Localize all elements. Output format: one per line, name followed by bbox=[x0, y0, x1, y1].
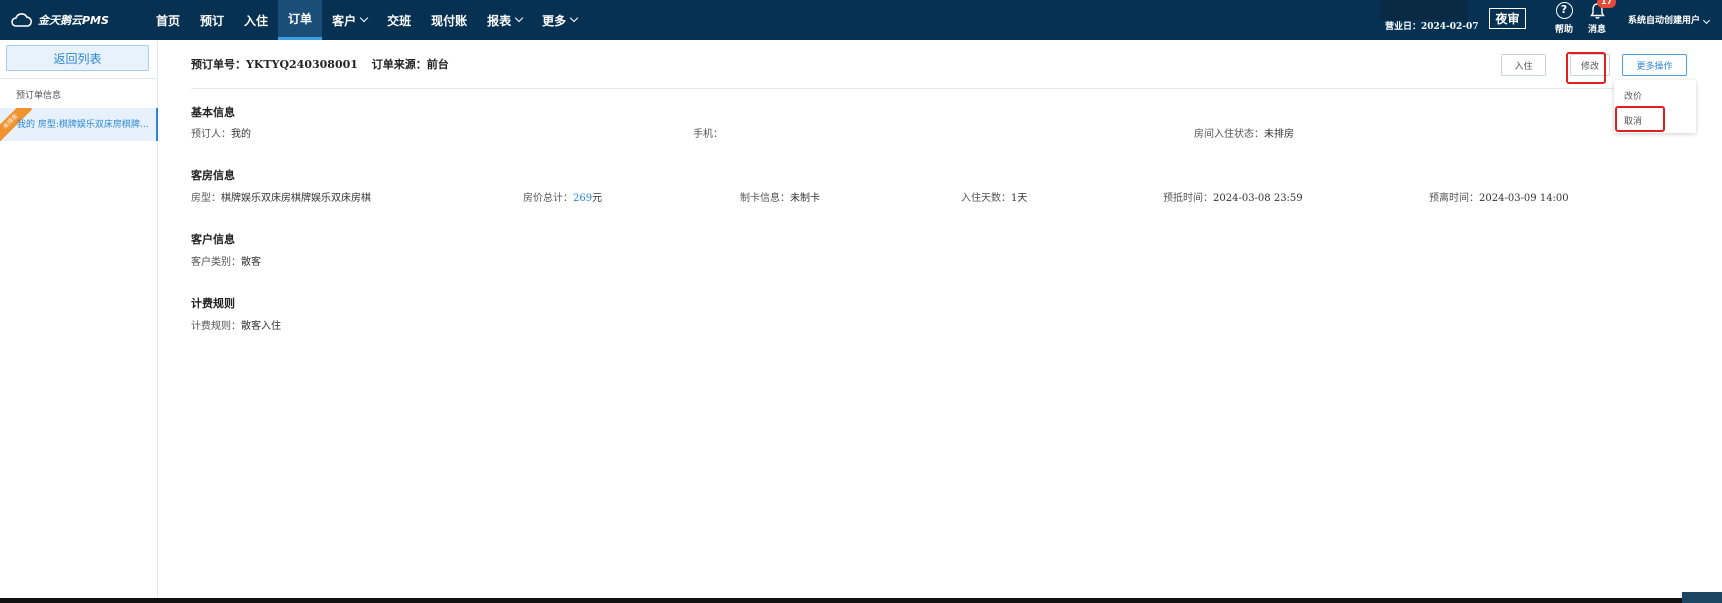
back-to-list-button[interactable]: 返回列表 bbox=[6, 45, 149, 71]
nav-shift-handover[interactable]: 交班 bbox=[377, 0, 421, 40]
room-price-unit: 元 bbox=[592, 193, 603, 204]
nav-reservation[interactable]: 预订 bbox=[190, 0, 234, 40]
departure-time-field: 预离时间：2024-03-09 14:00 bbox=[1429, 189, 1569, 204]
room-type-label: 房型： bbox=[191, 193, 221, 204]
user-menu[interactable]: 系统自动创建用户 bbox=[1628, 13, 1711, 26]
stay-days-field: 入住天数：1天 bbox=[961, 189, 1027, 204]
sidebar-item-booking[interactable]: 未排房 我的 房型:棋牌娱乐双床房棋牌娱乐双床房棋 bbox=[0, 108, 158, 141]
customer-category-field: 客户类别：散客 bbox=[191, 253, 261, 268]
room-price-value[interactable]: 269 bbox=[573, 193, 592, 204]
basic-info-title: 基本信息 bbox=[191, 106, 235, 119]
messages-badge: 17 bbox=[1597, 0, 1617, 8]
nav-shift-handover-label: 交班 bbox=[387, 13, 412, 28]
booker-field: 预订人：我的 bbox=[191, 125, 251, 140]
nav-home[interactable]: 首页 bbox=[146, 0, 190, 40]
night-audit-button[interactable]: 夜审 bbox=[1489, 8, 1526, 29]
help-label: 帮助 bbox=[1554, 25, 1573, 35]
messages-label: 消息 bbox=[1587, 25, 1606, 35]
arrival-time-value: 2024-03-08 23:59 bbox=[1213, 193, 1303, 204]
room-price-field: 房价总计：269元 bbox=[523, 189, 602, 204]
room-info-title: 客房信息 bbox=[191, 169, 235, 182]
nav-cash-account[interactable]: 现付账 bbox=[421, 0, 477, 40]
more-actions-button[interactable]: 更多操作 bbox=[1622, 54, 1687, 76]
modify-highlight bbox=[1566, 52, 1606, 84]
topbar-dark-block bbox=[1380, 0, 1468, 20]
phone-label: 手机： bbox=[693, 129, 723, 140]
arrival-time-field: 预抵时间：2024-03-08 23:59 bbox=[1163, 189, 1303, 204]
nav-orders-label: 订单 bbox=[288, 12, 313, 26]
cancel-highlight bbox=[1615, 106, 1665, 132]
messages-button[interactable]: 17 消息 bbox=[1582, 0, 1617, 35]
customer-category-value: 散客 bbox=[241, 257, 261, 268]
help-icon: ? bbox=[1555, 2, 1573, 19]
room-status-value: 未排房 bbox=[1264, 129, 1294, 140]
billing-rule-field: 计费规则：散客入住 bbox=[191, 317, 281, 332]
nav-customers[interactable]: 客户 bbox=[322, 0, 377, 40]
card-info-label: 制卡信息： bbox=[740, 193, 790, 204]
sidebar-section-label: 预订单信息 bbox=[16, 91, 62, 101]
chevron-down-icon bbox=[359, 13, 369, 23]
room-type-value: 棋牌娱乐双床房棋牌娱乐双床房棋 bbox=[221, 193, 371, 204]
bottom-edge bbox=[0, 598, 1722, 603]
chevron-down-icon bbox=[514, 13, 524, 23]
sidebar-divider bbox=[0, 78, 158, 79]
customer-info-title: 客户信息 bbox=[191, 233, 235, 246]
nav-customers-label: 客户 bbox=[332, 13, 357, 28]
billing-rule-label: 计费规则： bbox=[191, 321, 241, 332]
nav-more[interactable]: 更多 bbox=[532, 0, 587, 40]
nav-reports-label: 报表 bbox=[487, 13, 512, 28]
cloud-logo-icon bbox=[11, 13, 32, 27]
departure-time-label: 预离时间： bbox=[1429, 193, 1479, 204]
booker-label: 预订人： bbox=[191, 129, 231, 140]
order-number: 预订单号：YKTYQ240308001 bbox=[191, 58, 358, 71]
nav-more-label: 更多 bbox=[542, 13, 567, 28]
stay-days-value: 1天 bbox=[1011, 193, 1028, 204]
phone-field: 手机： bbox=[693, 125, 723, 140]
stay-days-label: 入住天数： bbox=[961, 193, 1011, 204]
chevron-down-icon bbox=[1702, 16, 1711, 25]
order-source: 订单来源：前台 bbox=[371, 58, 449, 71]
username-label: 系统自动创建用户 bbox=[1628, 16, 1701, 26]
corner-widget[interactable] bbox=[1682, 592, 1722, 603]
checkin-button[interactable]: 入住 bbox=[1501, 54, 1546, 76]
help-button[interactable]: ? 帮助 bbox=[1549, 2, 1579, 35]
room-type-field: 房型：棋牌娱乐双床房棋牌娱乐双床房棋 bbox=[191, 189, 371, 204]
nav-checkin-label: 入住 bbox=[244, 13, 269, 28]
nav-checkin[interactable]: 入住 bbox=[234, 0, 278, 40]
customer-category-label: 客户类别： bbox=[191, 257, 241, 268]
billing-rule-value: 散客入住 bbox=[241, 321, 281, 332]
top-navigation-bar: 金天鹅云PMS 首页 预订 入住 订单 客户 交班 现付账 报表 更多 营业日：… bbox=[0, 0, 1722, 40]
room-status-label: 房间入住状态： bbox=[1194, 129, 1264, 140]
arrival-time-label: 预抵时间： bbox=[1163, 193, 1213, 204]
booker-value: 我的 bbox=[231, 129, 251, 140]
main-nav: 首页 预订 入住 订单 客户 交班 现付账 报表 更多 bbox=[146, 0, 587, 40]
app-logo[interactable]: 金天鹅云PMS bbox=[10, 10, 109, 30]
card-info-value: 未制卡 bbox=[790, 193, 820, 204]
nav-cash-account-label: 现付账 bbox=[431, 13, 468, 28]
app-name: 金天鹅云PMS bbox=[38, 14, 109, 27]
card-info-field: 制卡信息：未制卡 bbox=[740, 189, 820, 204]
nav-reports[interactable]: 报表 bbox=[477, 0, 532, 40]
order-header: 预订单号：YKTYQ240308001 订单来源：前台 bbox=[191, 56, 459, 72]
sidebar-item-label: 我的 房型:棋牌娱乐双床房棋牌娱乐双床房棋 bbox=[17, 120, 152, 130]
departure-time-value: 2024-03-09 14:00 bbox=[1479, 193, 1569, 204]
dropdown-item-change-price[interactable]: 改价 bbox=[1624, 89, 1642, 102]
nav-home-label: 首页 bbox=[156, 13, 181, 28]
nav-reservation-label: 预订 bbox=[200, 13, 225, 28]
billing-rule-title: 计费规则 bbox=[191, 297, 235, 310]
room-price-label: 房价总计： bbox=[523, 193, 573, 204]
chevron-down-icon bbox=[569, 13, 579, 23]
room-status-field: 房间入住状态：未排房 bbox=[1194, 125, 1294, 140]
nav-orders[interactable]: 订单 bbox=[278, 0, 323, 40]
header-divider bbox=[191, 88, 1696, 89]
business-date: 营业日：2024-02-07 bbox=[1385, 22, 1479, 32]
sidebar: 返回列表 预订单信息 未排房 我的 房型:棋牌娱乐双床房棋牌娱乐双床房棋 bbox=[0, 40, 158, 603]
